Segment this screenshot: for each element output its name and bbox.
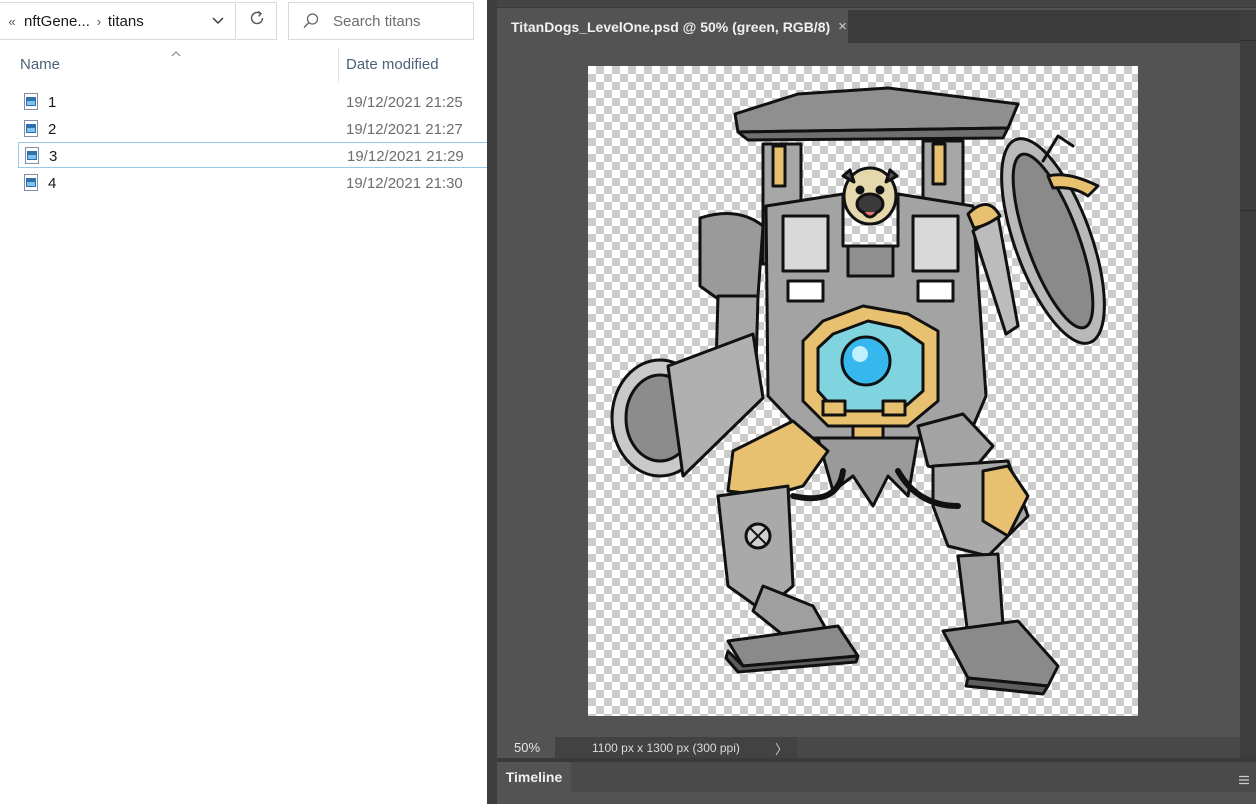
file-row-selected[interactable]: 3 19/12/2021 21:29 [18, 142, 487, 168]
breadcrumb-overflow[interactable]: « [0, 14, 24, 29]
file-name: 1 [48, 94, 57, 111]
file-row[interactable]: 2 19/12/2021 21:27 [18, 116, 487, 142]
panel-menu-icon[interactable] [1238, 772, 1250, 785]
file-name: 2 [48, 121, 57, 138]
ps-top-strip [487, 0, 1256, 8]
document-info[interactable]: 1100 px x 1300 px (300 ppi) [592, 741, 740, 755]
file-date: 19/12/2021 21:30 [346, 175, 463, 192]
search-box[interactable] [288, 2, 474, 40]
ps-left-edge [487, 0, 497, 804]
image-file-icon [24, 93, 38, 110]
column-name-header[interactable]: Name [20, 56, 60, 73]
breadcrumb-parent[interactable]: nftGene... [24, 13, 90, 30]
search-input[interactable] [333, 12, 463, 30]
file-row[interactable]: 1 19/12/2021 21:25 [18, 89, 487, 115]
column-divider[interactable] [338, 48, 339, 82]
file-date: 19/12/2021 21:29 [347, 148, 464, 165]
refresh-button[interactable] [237, 2, 277, 40]
file-name: 4 [48, 175, 57, 192]
file-explorer-window: « nftGene... › titans Name Date modified… [0, 0, 487, 804]
chevron-down-icon[interactable] [211, 13, 225, 27]
timeline-tab-bar [571, 762, 1256, 792]
canvas-area[interactable] [497, 43, 1240, 737]
tab-bar-empty [848, 10, 1240, 43]
document-tab-title: TitanDogs_LevelOne.psd @ 50% (green, RGB… [511, 18, 831, 35]
document-canvas[interactable] [588, 66, 1138, 716]
file-date: 19/12/2021 21:25 [346, 94, 463, 111]
breadcrumb-current[interactable]: titans [108, 13, 144, 30]
tab-timeline[interactable]: Timeline [497, 762, 571, 792]
status-menu-arrow[interactable]: 〉 [775, 739, 788, 758]
file-name: 3 [49, 148, 58, 165]
column-header: Name Date modified [0, 48, 487, 82]
search-icon [289, 12, 333, 30]
breadcrumb-separator[interactable]: › [90, 14, 108, 29]
zoom-level[interactable]: 50% [497, 737, 555, 758]
image-file-icon [24, 120, 38, 137]
file-row[interactable]: 4 19/12/2021 21:30 [18, 170, 487, 196]
image-file-icon [25, 147, 39, 164]
address-bar[interactable]: « nftGene... › titans [0, 2, 236, 40]
image-file-icon [24, 174, 38, 191]
timeline-panel: Timeline [497, 762, 1256, 804]
close-icon[interactable]: × [838, 18, 847, 35]
document-tab[interactable]: TitanDogs_LevelOne.psd @ 50% (green, RGB… [500, 10, 848, 43]
file-date: 19/12/2021 21:27 [346, 121, 463, 138]
refresh-icon [248, 9, 266, 33]
robot-pug-artwork [610, 86, 1106, 696]
column-date-header[interactable]: Date modified [346, 56, 439, 73]
status-bar: 50% 1100 px x 1300 px (300 ppi) 〉 [497, 737, 1240, 758]
horizontal-scrollbar[interactable] [797, 737, 1240, 758]
photoshop-window: TitanDogs_LevelOne.psd @ 50% (green, RGB… [487, 0, 1256, 804]
right-panel-dock[interactable] [1240, 10, 1256, 758]
